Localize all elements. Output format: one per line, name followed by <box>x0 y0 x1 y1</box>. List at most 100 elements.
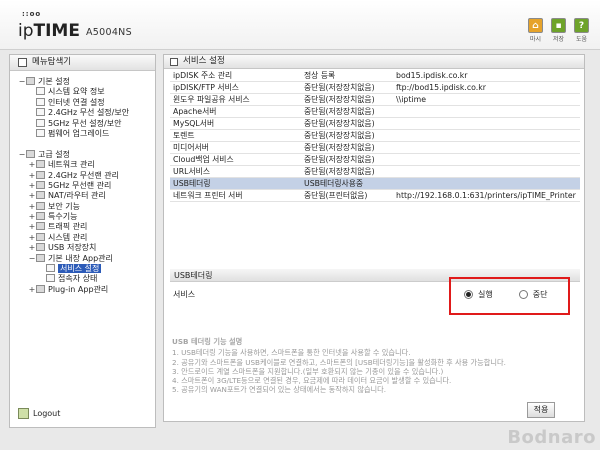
page-icon <box>36 97 45 106</box>
service-row: USB테더링 USB테더링사용중 <box>170 177 580 190</box>
brand-prefix: ip <box>18 21 34 41</box>
tree-item-label: USB 저장장치 <box>48 243 97 253</box>
service-name: ipDISK 주소 관리 <box>173 71 233 81</box>
service-status: 중단됨(저장장치없음) <box>304 95 375 105</box>
explorer-icon <box>18 58 27 67</box>
service-row: URL서비스 중단됨(저장장치없음) <box>170 166 580 178</box>
service-row: ipDISK/FTP 서비스 중단됨(저장장치없음) ftp://bod15.ipd… <box>170 82 580 94</box>
folder-icon <box>36 232 45 241</box>
page-icon <box>46 264 55 273</box>
folder-icon <box>26 149 35 158</box>
service-detail <box>393 154 580 166</box>
tree-expander-icon[interactable]: + <box>28 202 36 212</box>
save-button[interactable]: ▪ 저장 <box>550 18 567 43</box>
tree-item[interactable]: 서비스 설정 <box>10 264 155 274</box>
tree-expander-icon[interactable]: + <box>28 212 36 222</box>
service-name: 미디어서버 <box>173 143 209 153</box>
help-button[interactable]: ? 도움 <box>573 18 590 43</box>
tree-item-label: 시스템 관리 <box>48 232 88 242</box>
tree-item[interactable]: + 특수기능 <box>10 212 155 222</box>
tree-item[interactable]: 2.4GHz 무선 설정/보안 <box>10 108 155 118</box>
tree-item[interactable]: 시스템 요약 정보 <box>10 87 155 97</box>
tree-item[interactable]: 인터넷 연결 설정 <box>10 97 155 108</box>
tree-expander-icon[interactable]: + <box>28 222 36 232</box>
service-detail <box>393 106 580 118</box>
radio-stop-label: 중단 <box>532 290 548 299</box>
radio-stop[interactable]: 중단 <box>518 289 548 300</box>
tree-item[interactable]: − 기본 내장 App관리 <box>10 253 155 264</box>
service-status: 중단됨(저장장치없음) <box>304 119 375 129</box>
page-icon <box>36 118 45 127</box>
service-row: 윈도우 파일공유 서비스 중단됨(저장장치없음) \\iptime <box>170 94 580 106</box>
tree-item-label: 기본 내장 App관리 <box>48 253 113 263</box>
logout-button[interactable]: Logout <box>18 408 60 419</box>
tree-item[interactable]: + NAT/라우터 관리 <box>10 191 155 201</box>
tree-item[interactable]: +5GHz 무선랜 관리 <box>10 180 155 191</box>
tree-item[interactable]: + 보안 기능 <box>10 201 155 212</box>
tree-item-label: 접속자 상태 <box>58 274 98 284</box>
tree-item-label: 펌웨어 업그레이드 <box>48 128 110 138</box>
apply-button[interactable]: 적용 <box>527 402 555 418</box>
tree-item[interactable]: 접속자 상태 <box>10 274 155 284</box>
watermark: Bodnaro <box>507 427 596 448</box>
model-name: A5004NS <box>86 27 132 38</box>
description-line: 1. USB테더링 기능을 사용하면, 스마트폰을 통한 인터넷을 사용할 수 … <box>172 348 411 358</box>
tree-item[interactable]: 펌웨어 업그레이드 <box>10 128 155 139</box>
service-radio-group: 실행 중단 <box>464 289 547 300</box>
tree-item[interactable]: − 고급 설정 <box>10 149 155 160</box>
logout-label: Logout <box>33 409 61 418</box>
home-icon: ⌂ <box>528 18 543 33</box>
tree-expander-icon[interactable]: + <box>28 160 36 170</box>
tree-item[interactable]: + 트래픽 관리 <box>10 222 155 232</box>
folder-icon <box>36 284 45 293</box>
tree-expander-icon[interactable]: − <box>28 254 36 264</box>
service-row: 토렌트 중단됨(저장장치없음) <box>170 130 580 142</box>
tree-item-label: 인터넷 연결 설정 <box>48 97 105 107</box>
tree-expander-icon[interactable]: + <box>28 285 36 295</box>
menu-explorer-header: 메뉴탐색기 <box>10 55 155 71</box>
service-row: 네트워크 프린터 서버 중단됨(프린터없음) http://192.168.0.1:… <box>170 190 580 202</box>
service-row: 미디어서버 중단됨(저장장치없음) <box>170 142 580 154</box>
tree-item-label: 트래픽 관리 <box>48 222 88 232</box>
tree-item[interactable]: + USB 저장장치 <box>10 243 155 253</box>
radio-run-dot[interactable] <box>464 290 473 299</box>
tree-item-label: 2.4GHz 무선 설정/보안 <box>48 108 130 118</box>
tree-expander-icon[interactable]: − <box>18 150 26 160</box>
service-status: 중단됨(저장장치없음) <box>304 83 375 93</box>
tree-item-label: 특수기능 <box>48 212 78 222</box>
service-detail <box>393 178 580 190</box>
folder-icon <box>36 253 45 262</box>
tree-expander-icon[interactable]: + <box>28 191 36 201</box>
service-status: 중단됨(저장장치없음) <box>304 167 375 177</box>
page-icon <box>36 87 45 96</box>
tree-item[interactable]: + 시스템 관리 <box>10 232 155 243</box>
tree-item-label: Plug-in App관리 <box>48 284 109 294</box>
description-title: USB 테더링 기능 설명 <box>172 337 243 346</box>
tree-expander-icon[interactable]: + <box>28 181 36 191</box>
tree-item[interactable]: − 기본 설정 <box>10 77 155 87</box>
tree-expander-icon[interactable]: − <box>18 77 26 87</box>
tree-expander-icon[interactable]: + <box>28 171 36 181</box>
tree-item[interactable]: 5GHz 무선 설정/보안 <box>10 118 155 129</box>
radio-run[interactable]: 실행 <box>464 289 493 300</box>
service-status: 중단됨(프린터없음) <box>304 191 368 201</box>
service-detail: \\iptime <box>396 95 426 105</box>
page-icon <box>36 108 45 117</box>
menu-explorer-title: 메뉴탐색기 <box>32 57 72 67</box>
tree-item[interactable]: + Plug-in App관리 <box>10 284 155 295</box>
home-button[interactable]: ⌂ 마시 <box>527 18 544 43</box>
tree-expander-icon[interactable]: + <box>28 233 36 243</box>
page-title: 서비스 설정 <box>183 56 225 66</box>
tree-item[interactable]: + 네트워크 관리 <box>10 160 155 170</box>
tree-item[interactable]: +2.4GHz 무선랜 관리 <box>10 170 155 181</box>
tree-expander-icon[interactable]: + <box>28 243 36 253</box>
help-label: 도움 <box>575 36 588 43</box>
header-bar: ::oo ipTIME A5004NS ⌂ 마시 ▪ 저장 ? 도움 <box>0 0 600 50</box>
tree-item-label: 2.4GHz 무선랜 관리 <box>48 170 120 180</box>
service-detail: http://192.168.0.1:631/printers/ipTIME_P… <box>396 191 576 201</box>
brand-logo: ipTIME <box>18 21 80 41</box>
tree-item-label: 보안 기능 <box>48 201 80 211</box>
radio-stop-dot[interactable] <box>518 290 528 299</box>
usb-tethering-description: USB 테더링 기능 설명 1. USB테더링 기능을 사용하면, 스마트폰을 … <box>172 337 506 395</box>
toolbar-icons: ⌂ 마시 ▪ 저장 ? 도움 <box>527 18 590 43</box>
